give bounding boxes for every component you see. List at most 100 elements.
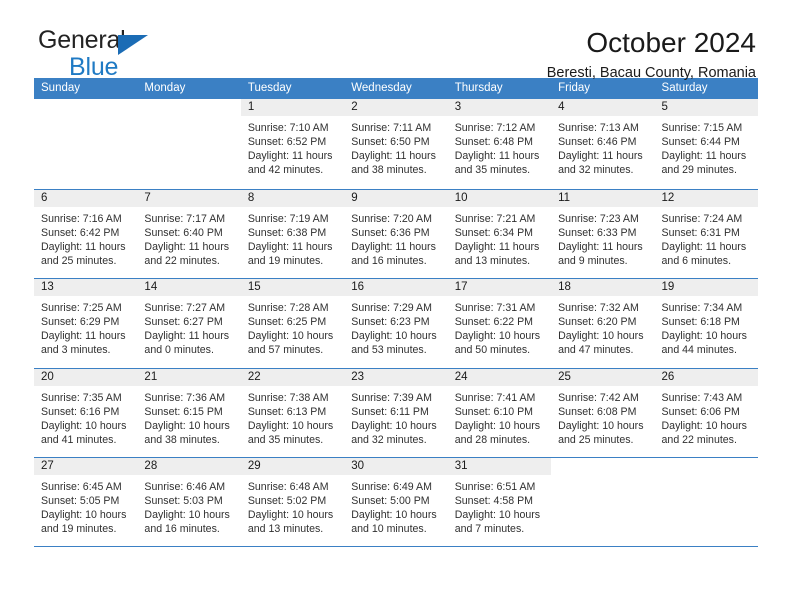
day-cell[interactable]: 23 Sunrise: 7:39 AM Sunset: 6:11 PM Dayligh… <box>344 368 448 458</box>
day-details: Sunrise: 7:19 AM Sunset: 6:38 PM Daylight:… <box>241 207 344 268</box>
day-cell[interactable]: 4 Sunrise: 7:13 AM Sunset: 6:46 PM Daylight… <box>551 99 655 189</box>
sunset-text: Sunset: 6:34 PM <box>454 226 534 239</box>
day-number: 15 <box>240 279 345 296</box>
day-number: 25 <box>551 368 655 386</box>
sunset-text: Sunset: 6:25 PM <box>247 316 327 329</box>
sunset-text: Sunset: 6:36 PM <box>351 226 430 239</box>
day-number: 6 <box>34 189 138 207</box>
sunrise-text: Sunrise: 6:46 AM <box>144 481 226 493</box>
sunrise-text: Sunrise: 7:21 AM <box>454 212 536 225</box>
day-cell[interactable]: 15 Sunrise: 7:28 AM Sunset: 6:25 PM Dayligh… <box>240 279 345 368</box>
sunset-text: Sunset: 6:11 PM <box>351 405 429 418</box>
day-number: 4 <box>551 99 655 116</box>
day-cell[interactable]: 31 Sunrise: 6:51 AM Sunset: 4:58 PM Dayligh… <box>447 458 552 546</box>
day-cell[interactable]: 9 Sunrise: 7:20 AM Sunset: 6:36 PM Daylight… <box>344 189 448 279</box>
day-cell[interactable]: 16 Sunrise: 7:29 AM Sunset: 6:23 PM Dayligh… <box>344 279 448 368</box>
day-number: 13 <box>34 279 138 296</box>
sunset-text: Sunset: 6:15 PM <box>144 405 223 418</box>
day-cell[interactable]: 3 Sunrise: 7:12 AM Sunset: 6:48 PM Daylight… <box>447 99 552 189</box>
day-number: 28 <box>137 458 241 475</box>
day-cell[interactable]: 20 Sunrise: 7:35 AM Sunset: 6:16 PM Dayligh… <box>34 368 138 458</box>
daylight-text: Daylight: 10 hours and 53 minutes. <box>351 330 437 357</box>
daylight-text: Daylight: 10 hours and 19 minutes. <box>41 509 127 536</box>
sunrise-text: Sunrise: 7:13 AM <box>558 122 639 134</box>
sunset-text: Sunset: 5:03 PM <box>144 495 223 508</box>
day-cell[interactable]: 26 Sunrise: 7:43 AM Sunset: 6:06 PM Dayligh… <box>654 368 758 458</box>
day-cell[interactable]: 13 Sunrise: 7:25 AM Sunset: 6:29 PM Dayligh… <box>34 279 138 368</box>
day-cell[interactable]: 17 Sunrise: 7:31 AM Sunset: 6:22 PM Dayligh… <box>447 279 552 368</box>
day-cell[interactable]: 22 Sunrise: 7:38 AM Sunset: 6:13 PM Dayligh… <box>240 368 345 458</box>
day-number: 3 <box>447 99 552 116</box>
sunset-text: Sunset: 6:13 PM <box>247 405 327 418</box>
sunrise-text: Sunrise: 7:39 AM <box>351 391 432 404</box>
daylight-text: Daylight: 10 hours and 28 minutes. <box>454 419 541 446</box>
day-number: 26 <box>654 368 758 386</box>
sunset-text: Sunset: 6:16 PM <box>41 405 120 418</box>
day-cell[interactable]: 14 Sunrise: 7:27 AM Sunset: 6:27 PM Dayligh… <box>137 279 241 368</box>
sunset-text: Sunset: 5:02 PM <box>247 495 327 508</box>
day-cell[interactable]: 12 Sunrise: 7:24 AM Sunset: 6:31 PM Dayligh… <box>654 189 758 279</box>
sunrise-text: Sunrise: 7:29 AM <box>351 302 432 314</box>
sunset-text: Sunset: 6:20 PM <box>558 316 637 329</box>
day-details: Sunrise: 7:38 AM Sunset: 6:13 PM Daylight:… <box>241 386 344 447</box>
day-cell[interactable]: 18 Sunrise: 7:32 AM Sunset: 6:20 PM Dayligh… <box>551 279 655 368</box>
daylight-text: Daylight: 11 hours and 0 minutes. <box>144 330 230 357</box>
day-cell-empty <box>655 458 758 546</box>
calendar-week-row: 20 Sunrise: 7:35 AM Sunset: 6:16 PM Dayligh… <box>34 367 758 458</box>
day-cell[interactable]: 1 Sunrise: 7:10 AM Sunset: 6:52 PM Daylight… <box>240 99 345 189</box>
day-cell[interactable]: 27 Sunrise: 6:45 AM Sunset: 5:05 PM Dayligh… <box>34 458 138 546</box>
sunrise-text: Sunrise: 7:20 AM <box>351 212 432 225</box>
daylight-text: Daylight: 10 hours and 44 minutes. <box>661 330 747 357</box>
day-cell[interactable]: 2 Sunrise: 7:11 AM Sunset: 6:50 PM Daylight… <box>344 99 448 189</box>
day-cell[interactable]: 5 Sunrise: 7:15 AM Sunset: 6:44 PM Daylight… <box>654 99 758 189</box>
day-details: Sunrise: 7:20 AM Sunset: 6:36 PM Daylight:… <box>344 207 447 268</box>
daylight-text: Daylight: 10 hours and 7 minutes. <box>454 509 541 536</box>
page-title: October 2024 <box>586 27 756 58</box>
sunrise-text: Sunrise: 7:10 AM <box>247 122 329 134</box>
day-details: Sunrise: 7:36 AM Sunset: 6:15 PM Daylight:… <box>137 386 240 447</box>
general-blue-logo[interactable]: General Blue <box>34 28 188 84</box>
day-cell[interactable]: 30 Sunrise: 6:49 AM Sunset: 5:00 PM Dayligh… <box>344 458 448 546</box>
sunrise-text: Sunrise: 7:35 AM <box>41 391 122 404</box>
day-cell-empty <box>551 458 654 546</box>
day-number: 18 <box>551 279 655 296</box>
day-number: 5 <box>654 99 758 116</box>
day-cell[interactable]: 28 Sunrise: 6:46 AM Sunset: 5:03 PM Dayligh… <box>137 458 241 546</box>
day-cell[interactable]: 11 Sunrise: 7:23 AM Sunset: 6:33 PM Dayligh… <box>551 189 655 279</box>
daylight-text: Daylight: 10 hours and 32 minutes. <box>351 419 437 446</box>
day-number: 10 <box>447 189 552 207</box>
sunrise-text: Sunrise: 7:27 AM <box>144 302 226 314</box>
day-number: 23 <box>344 368 448 386</box>
sunrise-text: Sunrise: 6:45 AM <box>41 481 122 493</box>
daylight-text: Daylight: 11 hours and 22 minutes. <box>144 240 230 267</box>
daylight-text: Daylight: 10 hours and 16 minutes. <box>144 509 230 536</box>
day-cell[interactable]: 19 Sunrise: 7:34 AM Sunset: 6:18 PM Dayligh… <box>654 279 758 368</box>
day-details: Sunrise: 7:35 AM Sunset: 6:16 PM Daylight:… <box>34 386 137 447</box>
day-number: 24 <box>447 368 552 386</box>
day-details: Sunrise: 7:21 AM Sunset: 6:34 PM Daylight:… <box>448 207 551 268</box>
day-cell[interactable]: 10 Sunrise: 7:21 AM Sunset: 6:34 PM Dayligh… <box>447 189 552 279</box>
day-cell[interactable]: 6 Sunrise: 7:16 AM Sunset: 6:42 PM Daylight… <box>34 189 138 279</box>
day-details: Sunrise: 7:25 AM Sunset: 6:29 PM Daylight:… <box>34 296 137 357</box>
day-number: 11 <box>551 189 655 207</box>
day-cell[interactable]: 8 Sunrise: 7:19 AM Sunset: 6:38 PM Daylight… <box>240 189 345 279</box>
day-cell[interactable]: 25 Sunrise: 7:42 AM Sunset: 6:08 PM Dayligh… <box>551 368 655 458</box>
day-cell[interactable]: 29 Sunrise: 6:48 AM Sunset: 5:02 PM Dayligh… <box>240 458 345 546</box>
day-number: 30 <box>344 458 448 475</box>
sunrise-text: Sunrise: 7:15 AM <box>661 122 743 134</box>
sunset-text: Sunset: 5:00 PM <box>351 495 430 508</box>
daylight-text: Daylight: 10 hours and 35 minutes. <box>247 419 334 446</box>
page-header: General Blue October 2024 Beresti, Bacau… <box>34 0 758 82</box>
day-cell[interactable]: 21 Sunrise: 7:36 AM Sunset: 6:15 PM Dayligh… <box>137 368 241 458</box>
day-cell[interactable]: 24 Sunrise: 7:41 AM Sunset: 6:10 PM Dayligh… <box>447 368 552 458</box>
day-details: Sunrise: 7:23 AM Sunset: 6:33 PM Daylight:… <box>551 207 654 268</box>
calendar-weeks: 1 Sunrise: 7:10 AM Sunset: 6:52 PM Daylight… <box>34 99 758 547</box>
day-details: Sunrise: 7:24 AM Sunset: 6:31 PM Daylight:… <box>655 207 758 268</box>
day-cell[interactable]: 7 Sunrise: 7:17 AM Sunset: 6:40 PM Daylight… <box>137 189 241 279</box>
sunset-text: Sunset: 6:23 PM <box>351 316 430 329</box>
day-number: 12 <box>654 189 758 207</box>
sunset-text: Sunset: 6:31 PM <box>661 226 740 239</box>
weekday-friday: Friday <box>558 82 591 94</box>
sunrise-text: Sunrise: 7:17 AM <box>144 212 226 225</box>
day-number: 27 <box>34 458 138 475</box>
